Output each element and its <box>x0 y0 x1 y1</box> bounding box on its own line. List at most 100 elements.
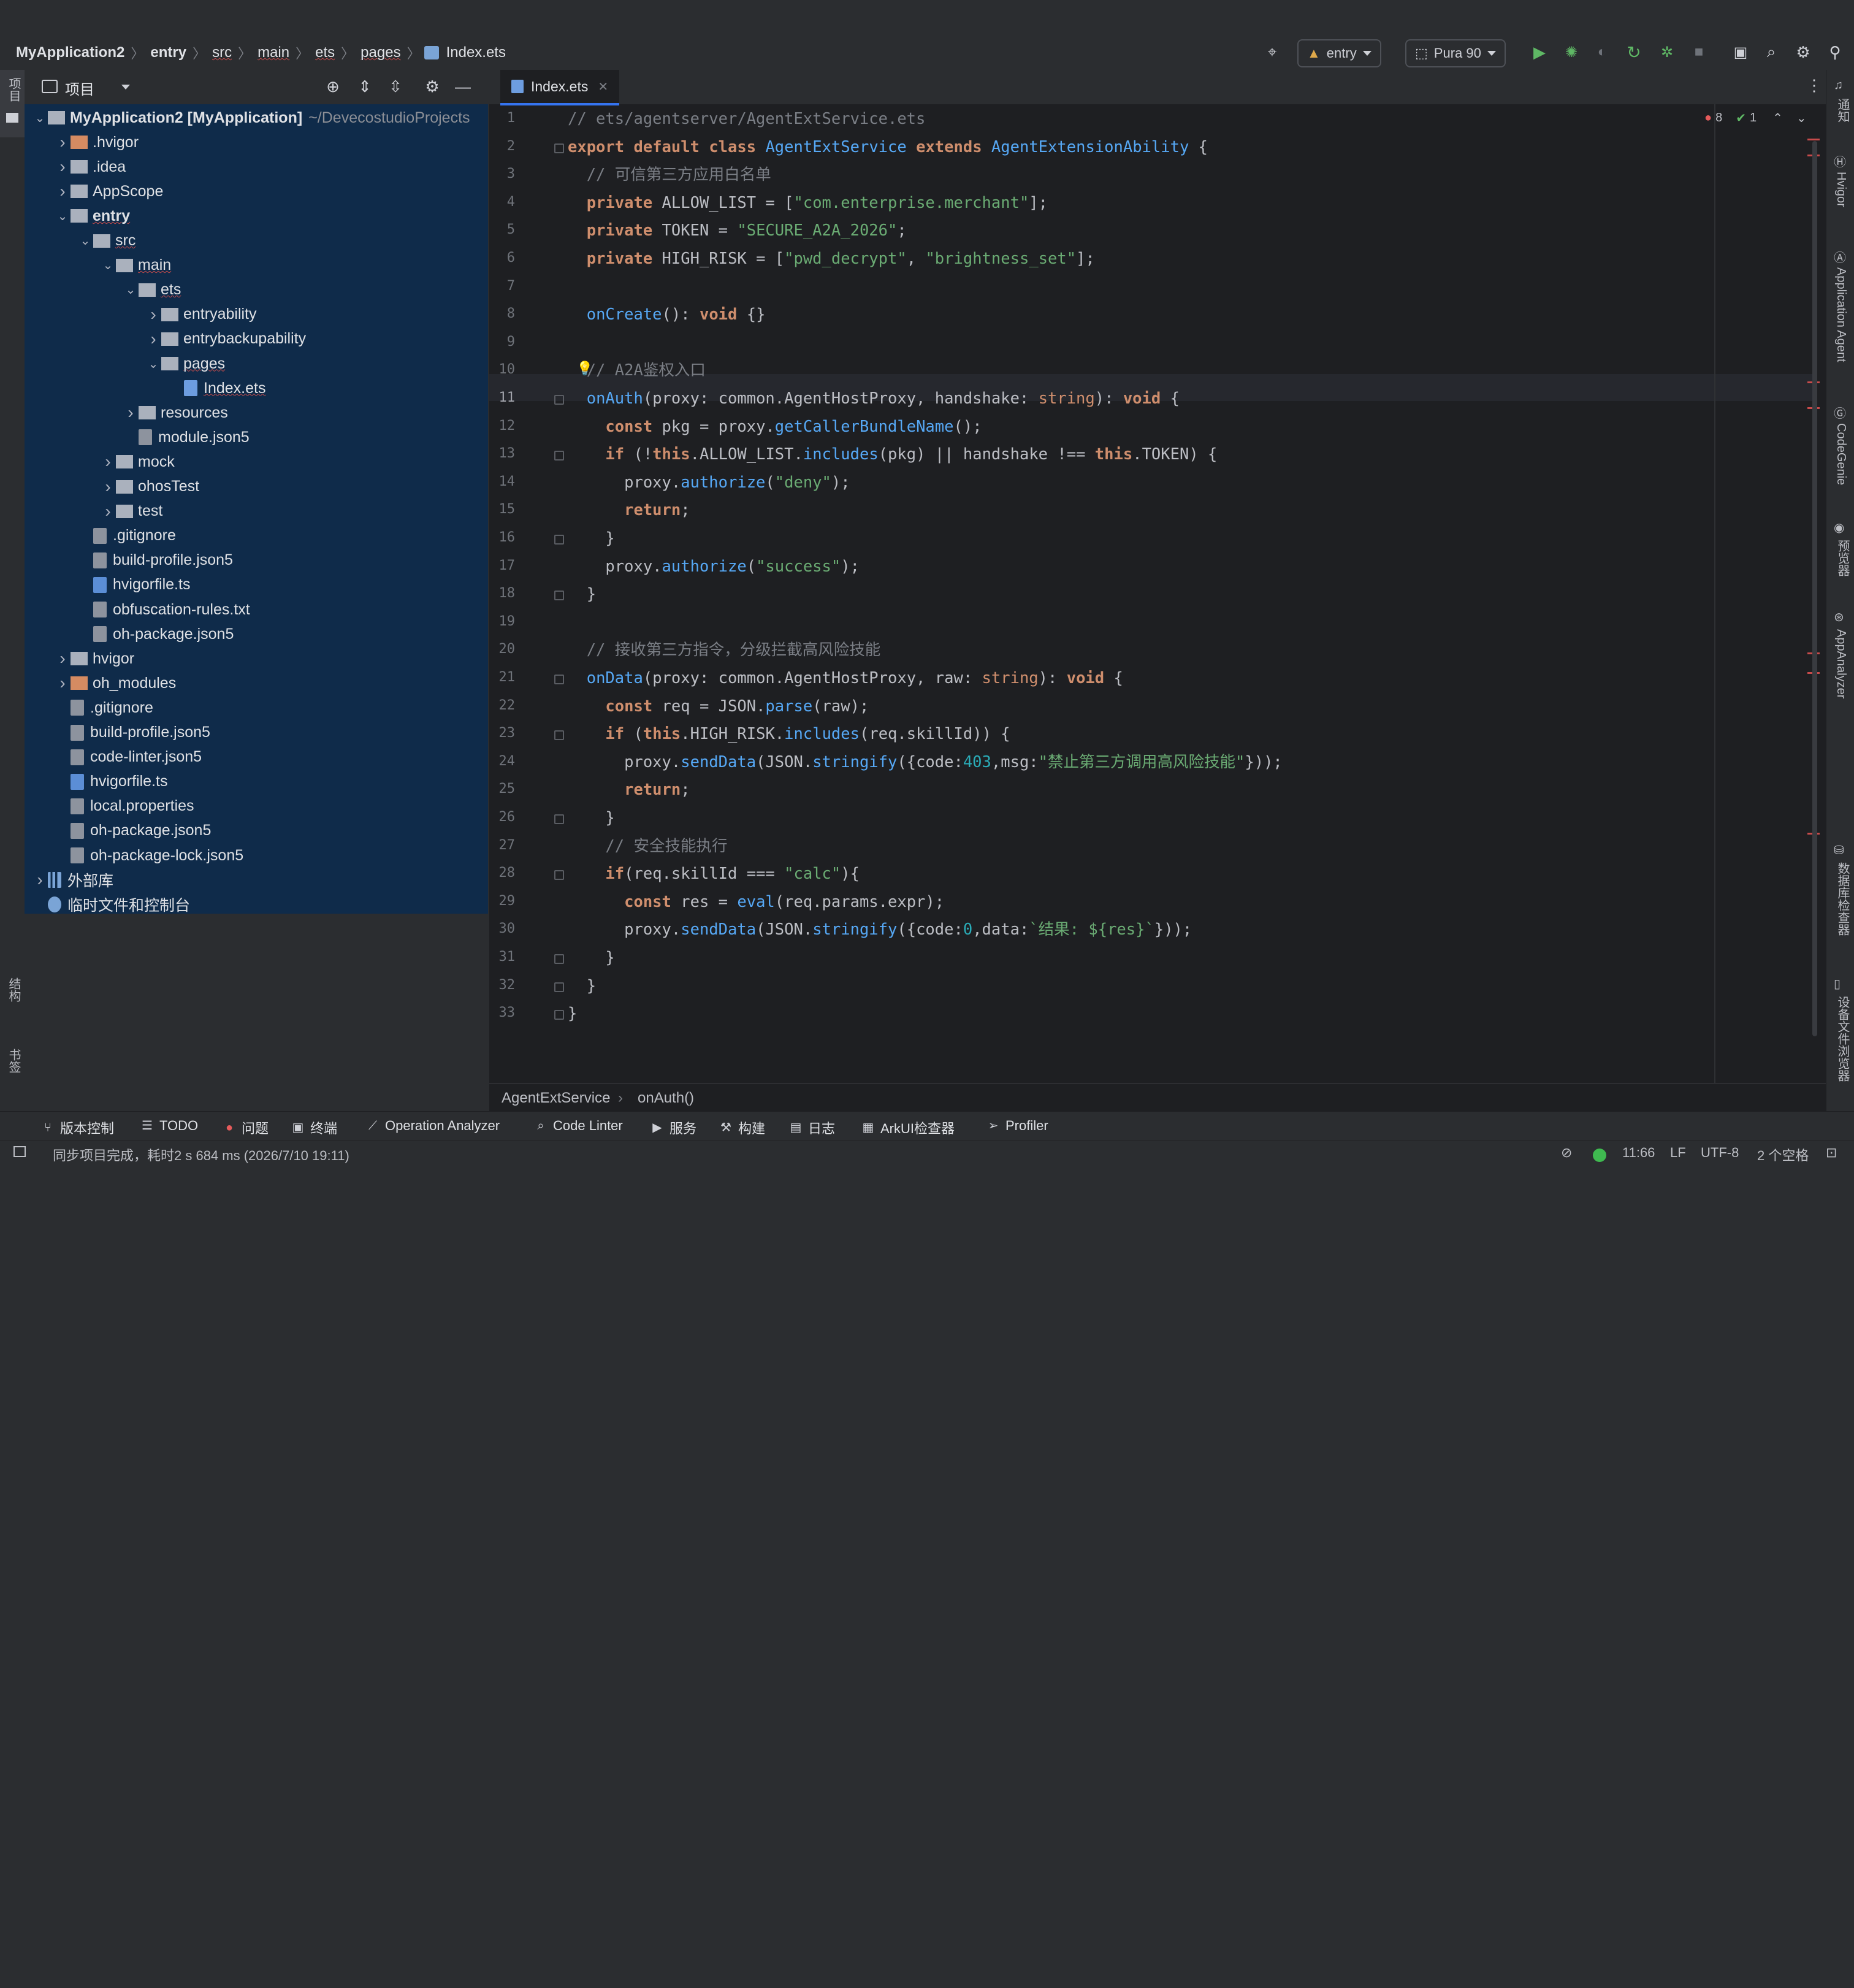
line-number[interactable]: 5 <box>490 222 515 237</box>
chevron-right-icon[interactable]: › <box>100 477 116 497</box>
fold-marker-icon[interactable] <box>554 954 564 964</box>
search-icon[interactable]: ⌕ <box>1762 39 1780 65</box>
code-line[interactable]: // ets/agentserver/AgentExtService.ets <box>568 105 925 132</box>
line-number[interactable]: 17 <box>490 558 516 573</box>
line-number[interactable]: 1 <box>490 110 515 126</box>
line-number[interactable]: 6 <box>490 250 515 266</box>
inspections-widget[interactable]: ● 8 ✔ 1 ⌃ ⌄ <box>1704 110 1807 126</box>
tree-item[interactable]: › .hvigor <box>55 130 139 155</box>
line-number[interactable]: 10 <box>490 362 516 377</box>
code-line[interactable]: const req = JSON.parse(raw); <box>568 693 869 720</box>
code-line[interactable]: export default class AgentExtService ext… <box>568 134 1208 161</box>
fold-marker-icon[interactable] <box>554 870 564 881</box>
tree-item[interactable]: › entryability <box>145 302 256 327</box>
fold-marker-icon[interactable] <box>554 451 564 461</box>
line-number[interactable]: 31 <box>490 949 516 965</box>
tree-item[interactable]: Index.ets <box>168 376 265 400</box>
tab-index-ets[interactable]: Index.ets ✕ <box>500 70 620 105</box>
tree-item[interactable]: ⌄ entry <box>55 204 131 228</box>
code-line[interactable]: const res = eval(req.params.expr); <box>568 889 944 916</box>
tool-window-button[interactable]: ⟋ Operation Analyzer <box>367 1118 500 1134</box>
fold-marker-icon[interactable] <box>554 1010 564 1020</box>
code-line[interactable]: proxy.authorize("deny"); <box>568 469 850 496</box>
line-number[interactable]: 9 <box>490 334 515 350</box>
tool-window-button[interactable]: ⑂ 版本控制 <box>42 1118 114 1137</box>
line-number[interactable]: 13 <box>490 446 516 461</box>
code-line[interactable]: if(req.skillId === "calc"){ <box>568 860 860 887</box>
fold-marker-icon[interactable] <box>554 982 564 992</box>
chevron-right-icon[interactable]: › <box>123 403 139 422</box>
tool-window-button[interactable]: ➢ Profiler <box>987 1118 1048 1134</box>
line-number[interactable]: 8 <box>490 306 515 321</box>
tool-window-button[interactable]: ⚒ 构建 <box>720 1118 765 1137</box>
code-line[interactable]: private HIGH_RISK = ["pwd_decrypt", "bri… <box>568 245 1095 272</box>
tree-item[interactable]: › AppScope <box>55 179 163 204</box>
line-number[interactable]: 20 <box>490 641 516 657</box>
line-number[interactable]: 33 <box>490 1005 516 1020</box>
code-line[interactable]: // 安全技能执行 <box>568 833 727 860</box>
tree-item[interactable]: ⌄ main <box>100 253 172 278</box>
debug-icon[interactable]: ✺ <box>1562 39 1581 65</box>
code-line[interactable]: onData(proxy: common.AgentHostProxy, raw… <box>568 665 1123 692</box>
target-icon[interactable]: ⌖ <box>1263 39 1281 65</box>
device-manager-icon[interactable]: ▣ <box>1730 39 1751 65</box>
breadcrumb-item[interactable]: entry <box>148 44 189 61</box>
tree-item[interactable]: › test <box>100 499 162 524</box>
chevron-right-icon[interactable]: › <box>32 870 48 890</box>
tree-item[interactable]: oh-package-lock.json5 <box>55 843 243 868</box>
hide-icon[interactable]: — <box>454 77 472 96</box>
tool-window-button[interactable]: ⌕ Code Linter <box>535 1118 622 1134</box>
code-line[interactable]: proxy.sendData(JSON.stringify({code:403,… <box>568 749 1283 776</box>
tree-item[interactable]: build-profile.json5 <box>77 548 233 573</box>
line-number[interactable]: 27 <box>490 838 516 853</box>
tree-item[interactable]: › hvigor <box>55 646 134 671</box>
chevron-right-icon[interactable]: › <box>55 132 71 152</box>
breadcrumb-item[interactable]: pages <box>358 44 403 61</box>
locate-icon[interactable]: ⊕ <box>324 77 342 96</box>
line-number[interactable]: 22 <box>490 698 516 713</box>
tree-item[interactable]: › entrybackupability <box>145 327 306 351</box>
collapse-all-icon[interactable]: ⇳ <box>386 77 405 96</box>
fold-marker-icon[interactable] <box>554 395 564 405</box>
tree-item[interactable]: code-linter.json5 <box>55 745 202 770</box>
breadcrumb-item[interactable]: src <box>210 44 234 61</box>
tool-window-button[interactable]: ▣ 终端 <box>292 1118 337 1137</box>
breadcrumb-item[interactable]: ets <box>313 44 337 61</box>
breadcrumb-item[interactable]: MyApplication2 <box>13 44 127 61</box>
fold-marker-icon[interactable] <box>554 814 564 824</box>
code-line[interactable]: const pkg = proxy.getCallerBundleName(); <box>568 413 982 440</box>
project-panel-title[interactable]: 项目 <box>65 77 94 99</box>
stop-icon[interactable]: ■ <box>1690 39 1708 65</box>
code-line[interactable]: if (!this.ALLOW_LIST.includes(pkg) || ha… <box>568 441 1217 468</box>
chevron-right-icon[interactable]: › <box>55 673 71 693</box>
structure-tool-label[interactable]: 结构 <box>5 977 23 1002</box>
file-encoding[interactable]: UTF-8 <box>1701 1145 1739 1161</box>
line-number[interactable]: 3 <box>490 166 515 182</box>
code-line[interactable]: private ALLOW_LIST = ["com.enterprise.me… <box>568 189 1048 216</box>
account-icon[interactable]: ⚲ <box>1826 39 1844 65</box>
line-number[interactable]: 14 <box>490 474 516 489</box>
chevron-up-icon[interactable]: ⌃ <box>1772 110 1783 126</box>
tree-item[interactable]: module.json5 <box>123 425 250 449</box>
fold-marker-icon[interactable] <box>554 143 564 153</box>
tree-item[interactable]: › .idea <box>55 155 126 179</box>
tree-item[interactable]: ⌄ src <box>77 229 136 253</box>
indent-setting[interactable]: 2 个空格 <box>1757 1145 1809 1164</box>
expand-all-icon[interactable]: ⇕ <box>356 77 374 96</box>
code-line[interactable]: } <box>568 944 614 971</box>
tree-item[interactable]: oh-package.json5 <box>77 622 234 646</box>
chevron-right-icon[interactable]: › <box>145 329 161 349</box>
tree-item[interactable]: › resources <box>123 400 227 425</box>
caret-position[interactable]: 11:66 <box>1622 1145 1655 1161</box>
tree-item[interactable]: hvigorfile.ts <box>55 770 167 794</box>
chevron-right-icon[interactable]: › <box>145 305 161 324</box>
bookmarks-tool-label[interactable]: 书签 <box>5 1049 23 1073</box>
gear-icon[interactable]: ⚙ <box>423 77 441 96</box>
code-line[interactable]: } <box>568 1000 577 1027</box>
chevron-right-icon[interactable]: › <box>100 502 116 521</box>
line-number[interactable]: 28 <box>490 865 516 881</box>
chevron-right-icon[interactable]: › <box>55 649 71 668</box>
tree-item[interactable]: ⌄ pages <box>145 351 226 376</box>
tree-item[interactable]: local.properties <box>55 794 194 819</box>
profile-icon[interactable]: ◐ <box>1593 39 1611 65</box>
